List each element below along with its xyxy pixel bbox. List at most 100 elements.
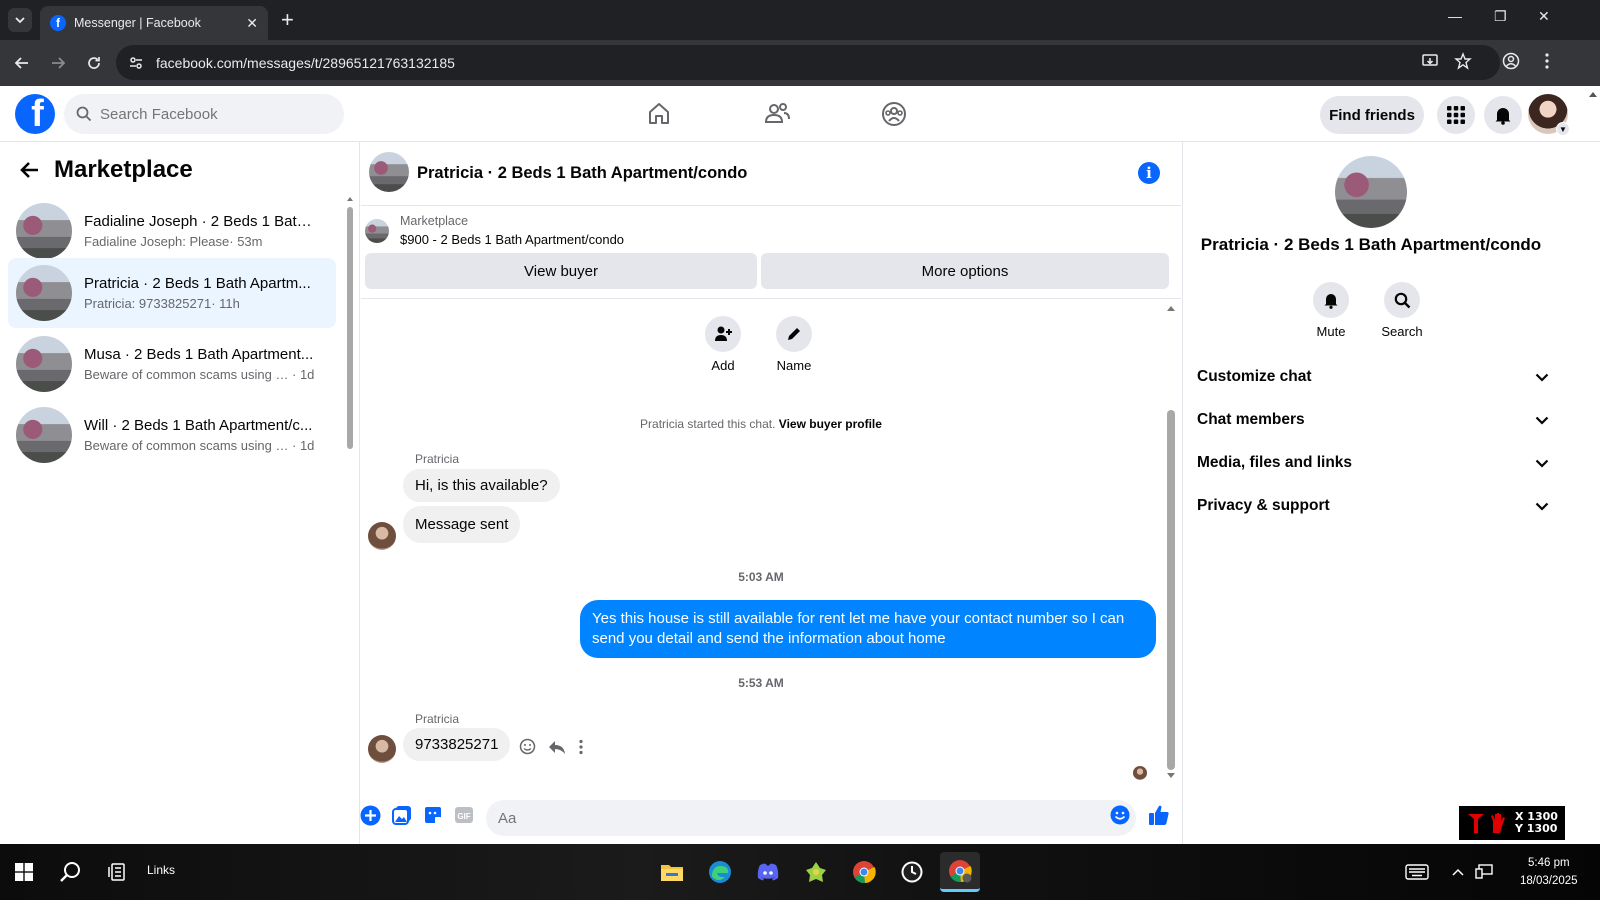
more-actions-plus-icon[interactable] bbox=[359, 804, 381, 826]
conversation-time: · 11h bbox=[211, 296, 240, 311]
sender-avatar[interactable] bbox=[368, 522, 396, 550]
friends-icon[interactable] bbox=[761, 98, 793, 130]
search-icon bbox=[1394, 292, 1410, 308]
new-tab-icon[interactable]: + bbox=[281, 8, 294, 32]
attach-photo-icon[interactable] bbox=[391, 804, 413, 826]
network-icon[interactable] bbox=[1474, 854, 1494, 890]
links-toolbar[interactable]: Links bbox=[147, 863, 175, 877]
incoming-message[interactable]: Message sent bbox=[403, 506, 521, 543]
search-icon bbox=[76, 106, 92, 122]
bookmark-star-icon[interactable] bbox=[1454, 52, 1472, 70]
chrome-icon[interactable] bbox=[844, 852, 884, 892]
sidebar-scrollbar[interactable] bbox=[346, 197, 354, 452]
overlay-y-value: Y 1300 bbox=[1515, 822, 1558, 835]
back-icon[interactable] bbox=[12, 53, 32, 73]
conversation-time: · 1d bbox=[292, 438, 315, 453]
add-people-button[interactable]: Add bbox=[693, 316, 753, 373]
chat-scrollbar[interactable] bbox=[1165, 306, 1177, 786]
privacy-support-section[interactable]: Privacy & support bbox=[1197, 486, 1549, 526]
conversation-name: Pratricia · 2 Beds 1 Bath Apartm... bbox=[84, 275, 311, 292]
listing-price[interactable]: $900 - 2 Beds 1 Bath Apartment/condo bbox=[400, 232, 624, 247]
site-settings-icon[interactable] bbox=[128, 55, 144, 71]
menu-kebab-icon[interactable] bbox=[1540, 52, 1554, 70]
reload-icon[interactable] bbox=[84, 53, 104, 73]
name-label: Name bbox=[776, 358, 812, 373]
facebook-search[interactable] bbox=[64, 94, 344, 134]
sticker-icon[interactable] bbox=[422, 804, 444, 826]
chat-members-section[interactable]: Chat members bbox=[1197, 400, 1549, 440]
minimize-icon[interactable]: — bbox=[1448, 8, 1462, 24]
chat-avatar[interactable] bbox=[369, 152, 409, 192]
taskbar-search-icon[interactable] bbox=[58, 854, 84, 890]
task-view-icon[interactable] bbox=[106, 854, 128, 890]
chevron-down-icon bbox=[1535, 373, 1549, 382]
incoming-message[interactable]: 9733825271 bbox=[403, 728, 511, 761]
browser-tab[interactable]: f Messenger | Facebook ✕ bbox=[40, 6, 268, 40]
media-files-links-section[interactable]: Media, files and links bbox=[1197, 443, 1549, 483]
window-close-icon[interactable]: ✕ bbox=[1538, 8, 1550, 25]
close-tab-icon[interactable]: ✕ bbox=[246, 15, 258, 32]
facebook-favicon-icon: f bbox=[50, 15, 66, 31]
timestamp: 5:53 AM bbox=[738, 676, 784, 690]
clock-app-icon[interactable] bbox=[892, 852, 932, 892]
facebook-logo-icon[interactable]: f bbox=[15, 94, 55, 134]
tray-chevron-up-icon[interactable] bbox=[1450, 854, 1466, 890]
more-kebab-icon[interactable] bbox=[578, 739, 584, 755]
message-input[interactable] bbox=[498, 809, 1078, 827]
seen-avatar bbox=[1133, 766, 1147, 780]
react-emoji-icon[interactable] bbox=[519, 738, 536, 755]
reply-icon[interactable] bbox=[548, 739, 566, 755]
more-options-button[interactable]: More options bbox=[761, 253, 1169, 289]
conversation-name: Fadialine Joseph · 2 Beds 1 Bath ... bbox=[84, 213, 316, 230]
windows-start-icon[interactable] bbox=[12, 854, 36, 890]
chat-started-notice: Pratricia started this chat. View buyer … bbox=[361, 417, 1161, 431]
groups-icon[interactable] bbox=[878, 98, 910, 130]
listing-thumbnail bbox=[16, 407, 72, 463]
profile-icon[interactable] bbox=[1502, 52, 1520, 70]
find-friends-button[interactable]: Find friends bbox=[1320, 96, 1424, 134]
chrome-profile-active-icon[interactable] bbox=[940, 852, 980, 892]
tab-search-button[interactable] bbox=[8, 8, 32, 32]
notifications-bell-icon[interactable] bbox=[1484, 96, 1522, 134]
keyboard-icon[interactable] bbox=[1402, 854, 1432, 890]
search-input[interactable] bbox=[100, 105, 320, 123]
system-clock[interactable]: 5:46 pm 18/03/2025 bbox=[1520, 854, 1578, 890]
gif-icon[interactable]: GIF bbox=[453, 804, 475, 826]
back-arrow-icon[interactable] bbox=[20, 160, 40, 180]
restore-icon[interactable]: ❐ bbox=[1494, 8, 1507, 25]
customize-chat-section[interactable]: Customize chat bbox=[1197, 357, 1549, 397]
pencil-icon bbox=[788, 328, 800, 340]
incoming-message[interactable]: Hi, is this available? bbox=[403, 469, 560, 502]
message-composer: GIF bbox=[359, 792, 1181, 844]
address-bar[interactable]: facebook.com/messages/t/2896512176313218… bbox=[116, 45, 1500, 80]
name-chat-button[interactable]: Name bbox=[764, 316, 824, 373]
conversation-item[interactable]: Musa · 2 Beds 1 Bath Apartment... Beware… bbox=[8, 329, 336, 399]
file-explorer-icon[interactable] bbox=[652, 852, 692, 892]
account-avatar[interactable]: ▼ bbox=[1528, 94, 1570, 136]
chat-title[interactable]: Pratricia · 2 Beds 1 Bath Apartment/cond… bbox=[417, 164, 747, 183]
info-icon[interactable]: i bbox=[1138, 162, 1160, 184]
conversation-item-active[interactable]: Pratricia · 2 Beds 1 Bath Apartm... Prat… bbox=[8, 258, 336, 328]
page-scroll-up-icon[interactable] bbox=[1588, 90, 1598, 98]
install-app-icon[interactable] bbox=[1421, 52, 1439, 70]
search-in-conversation-button[interactable]: Search bbox=[1372, 282, 1432, 339]
conversation-item[interactable]: Will · 2 Beds 1 Bath Apartment/c... Bewa… bbox=[8, 400, 336, 470]
discord-icon[interactable] bbox=[748, 852, 788, 892]
home-icon[interactable] bbox=[643, 98, 675, 130]
sender-avatar[interactable] bbox=[368, 735, 396, 763]
mute-button[interactable]: Mute bbox=[1301, 282, 1361, 339]
outgoing-message[interactable]: Yes this house is still available for re… bbox=[580, 600, 1156, 658]
details-avatar[interactable] bbox=[1335, 156, 1407, 228]
conversation-item[interactable]: Fadialine Joseph · 2 Beds 1 Bath ... Fad… bbox=[8, 196, 336, 266]
edge-browser-icon[interactable] bbox=[700, 852, 740, 892]
chevron-down-icon: ▼ bbox=[1556, 122, 1570, 136]
thumbs-up-icon[interactable] bbox=[1148, 804, 1170, 826]
emoji-icon[interactable] bbox=[1109, 804, 1131, 826]
view-buyer-button[interactable]: View buyer bbox=[365, 253, 757, 289]
forward-icon[interactable] bbox=[48, 53, 68, 73]
game-app-icon[interactable] bbox=[796, 852, 836, 892]
chat-started-text: Pratricia started this chat. bbox=[640, 417, 776, 431]
message-input-box[interactable] bbox=[486, 800, 1136, 836]
menu-grid-icon[interactable] bbox=[1437, 96, 1475, 134]
view-buyer-profile-link[interactable]: View buyer profile bbox=[779, 417, 882, 431]
